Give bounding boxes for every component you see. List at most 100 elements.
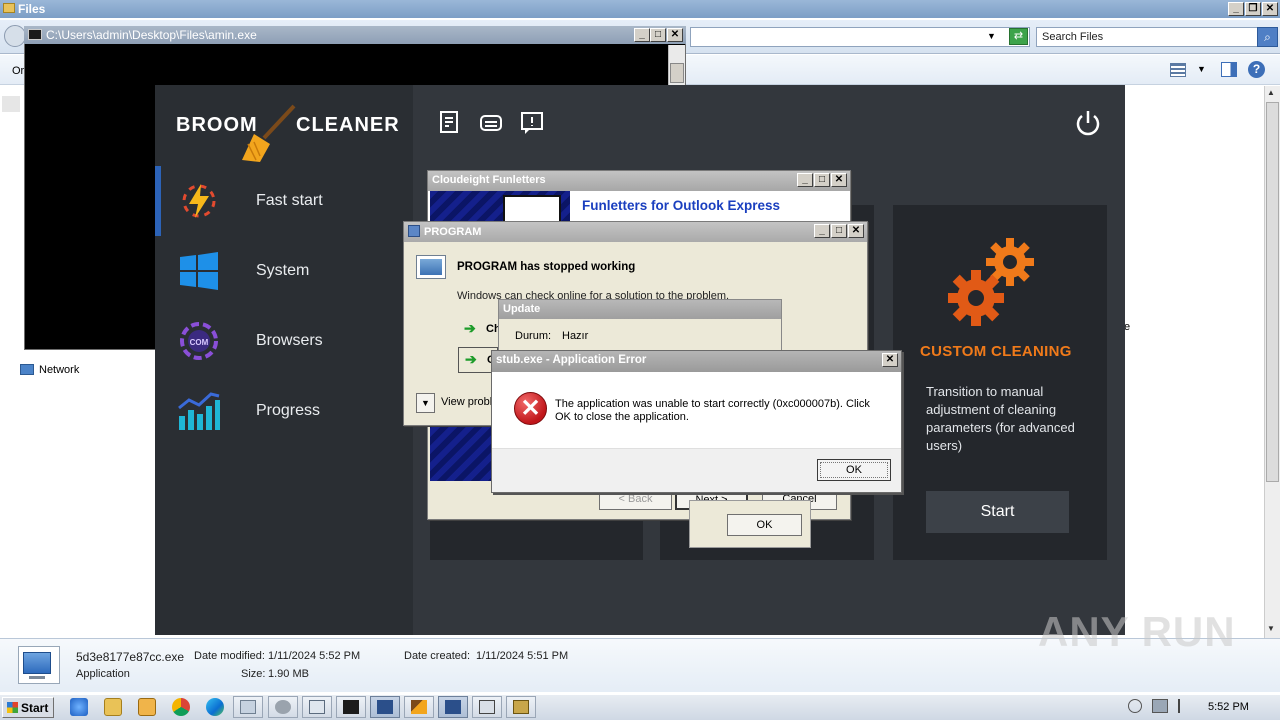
stub-title: stub.exe - Application Error	[492, 351, 901, 372]
preview-pane-icon[interactable]	[1221, 62, 1237, 77]
explorer-icon[interactable]	[104, 698, 122, 716]
console-maximize-button[interactable]: □	[650, 28, 666, 42]
console-icon	[28, 29, 42, 40]
start-button[interactable]: Start	[2, 697, 54, 718]
details-modified-value: 1/11/2024 5:52 PM	[268, 650, 361, 662]
power-icon[interactable]	[1074, 109, 1102, 137]
stub-ok-button[interactable]: OK	[817, 459, 891, 481]
nav-item[interactable]	[2, 96, 20, 112]
taskbar-app[interactable]	[302, 696, 332, 718]
search-icon[interactable]: ⌕	[1257, 27, 1278, 47]
network-tray-icon[interactable]	[1152, 699, 1168, 713]
details-filename: 5d3e8177e87cc.exe	[76, 650, 185, 664]
details-size-label: Size:	[241, 668, 266, 680]
action-center-flag-icon[interactable]	[1178, 699, 1190, 713]
cloudeight-maximize-button[interactable]: □	[814, 173, 830, 187]
taskbar-app[interactable]	[506, 696, 536, 718]
minimize-button[interactable]: _	[1228, 2, 1244, 16]
scroll-up-icon[interactable]: ▲	[1267, 88, 1275, 97]
taskbar-app[interactable]	[233, 696, 263, 718]
update-title: Update	[499, 300, 781, 319]
report-icon[interactable]	[437, 110, 463, 136]
address-dropdown-icon[interactable]: ▼	[987, 31, 996, 41]
taskbar-app[interactable]	[472, 696, 502, 718]
sidebar-item-fast-start[interactable]: Fast start	[155, 166, 413, 236]
program-close-button[interactable]: ✕	[848, 224, 864, 238]
taskbar-app[interactable]	[336, 696, 366, 718]
folder-icon	[3, 3, 15, 13]
ie-icon[interactable]	[70, 698, 88, 716]
organize-menu[interactable]: Or	[12, 65, 24, 77]
view-details-toggle[interactable]: ▼	[416, 393, 435, 413]
scroll-down-icon[interactable]: ▼	[1267, 624, 1275, 633]
program-title: PROGRAM	[424, 226, 482, 238]
windows-flag-icon	[7, 702, 18, 713]
taskbar-app[interactable]	[268, 696, 298, 718]
taskbar-app[interactable]	[438, 696, 468, 718]
green-arrow-icon: ➔	[465, 351, 477, 367]
update-status-value: Hazır	[562, 330, 589, 342]
details-size-value: 1.90 MB	[268, 668, 309, 680]
windows-icon	[180, 252, 218, 290]
console-title-bar: C:\Users\admin\Desktop\Files\amin.exe	[24, 26, 686, 44]
broom-logo-icon	[242, 104, 296, 162]
edge-icon[interactable]	[206, 698, 224, 716]
search-input[interactable]: Search Files	[1036, 27, 1258, 47]
close-button[interactable]: ✕	[1262, 2, 1278, 16]
explorer-scrollbar[interactable]: ▲ ▼	[1264, 86, 1280, 638]
green-arrow-icon: ➔	[464, 320, 476, 336]
sidebar-item-system[interactable]: System	[155, 236, 413, 306]
taskbar-app[interactable]	[370, 696, 400, 718]
sidebar-label: System	[256, 262, 310, 279]
brand-right: CLEANER	[296, 114, 400, 136]
browser-globe-icon: COM	[180, 322, 218, 360]
details-type: Application	[76, 668, 130, 680]
sidebar-item-progress[interactable]: Progress	[155, 376, 413, 446]
restore-button[interactable]: ❐	[1245, 2, 1261, 16]
chrome-icon[interactable]	[172, 698, 190, 716]
refresh-icon[interactable]: ⇄	[1009, 28, 1028, 45]
custom-start-button[interactable]: Start	[926, 491, 1069, 533]
console-title: C:\Users\admin\Desktop\Files\amin.exe	[46, 28, 257, 42]
details-created-label: Date created:	[404, 650, 471, 662]
program-ok-button[interactable]: OK	[727, 514, 802, 536]
help-icon[interactable]: ?	[1248, 61, 1265, 78]
console-minimize-button[interactable]: _	[634, 28, 650, 42]
console-scrollbar-thumb[interactable]	[670, 63, 684, 83]
taskbar-clock[interactable]: 5:52 PM	[1208, 701, 1249, 713]
cloudeight-title: Cloudeight Funletters	[428, 171, 850, 191]
cloudeight-close-button[interactable]: ✕	[831, 173, 847, 187]
address-input[interactable]	[690, 27, 1030, 47]
back-nav-button[interactable]	[4, 25, 26, 47]
custom-cleaning-description: Transition to manual adjustment of clean…	[926, 384, 1075, 453]
details-modified-label: Date modified:	[194, 650, 265, 662]
console-close-button[interactable]: ✕	[667, 28, 683, 42]
program-title-bar: PROGRAM	[404, 222, 867, 242]
settings-icon[interactable]	[478, 110, 504, 136]
custom-cleaning-title: CUSTOM CLEANING	[920, 343, 1072, 360]
sidebar-label: Fast start	[256, 192, 323, 209]
update-status-label: Durum:	[515, 330, 552, 342]
program-heading: PROGRAM has stopped working	[457, 261, 636, 273]
views-icon[interactable]	[1170, 63, 1186, 77]
media-player-icon[interactable]	[138, 698, 156, 716]
cloudeight-minimize-button[interactable]: _	[797, 173, 813, 187]
program-window-icon	[416, 255, 446, 279]
taskbar-app-broom[interactable]	[404, 696, 434, 718]
volume-icon[interactable]	[1128, 699, 1142, 713]
scrollbar-thumb[interactable]	[1266, 102, 1279, 482]
network-icon	[20, 364, 34, 375]
view-problem-details[interactable]: View probl	[441, 396, 492, 408]
program-minimize-button[interactable]: _	[814, 224, 830, 238]
program-maximize-button[interactable]: □	[831, 224, 847, 238]
application-file-icon	[18, 646, 60, 684]
details-created-value: 1/11/2024 5:51 PM	[476, 650, 569, 662]
progress-bars-icon	[178, 392, 220, 430]
cloudeight-header-text: Funletters for Outlook Express	[582, 198, 781, 213]
program-app-icon	[408, 225, 420, 237]
info-icon[interactable]	[519, 110, 545, 136]
sidebar-item-browsers[interactable]: COM Browsers	[155, 306, 413, 376]
views-dropdown-icon[interactable]: ▼	[1197, 64, 1206, 74]
stub-close-button[interactable]: ✕	[882, 353, 898, 367]
nav-network[interactable]: Network	[20, 364, 79, 376]
